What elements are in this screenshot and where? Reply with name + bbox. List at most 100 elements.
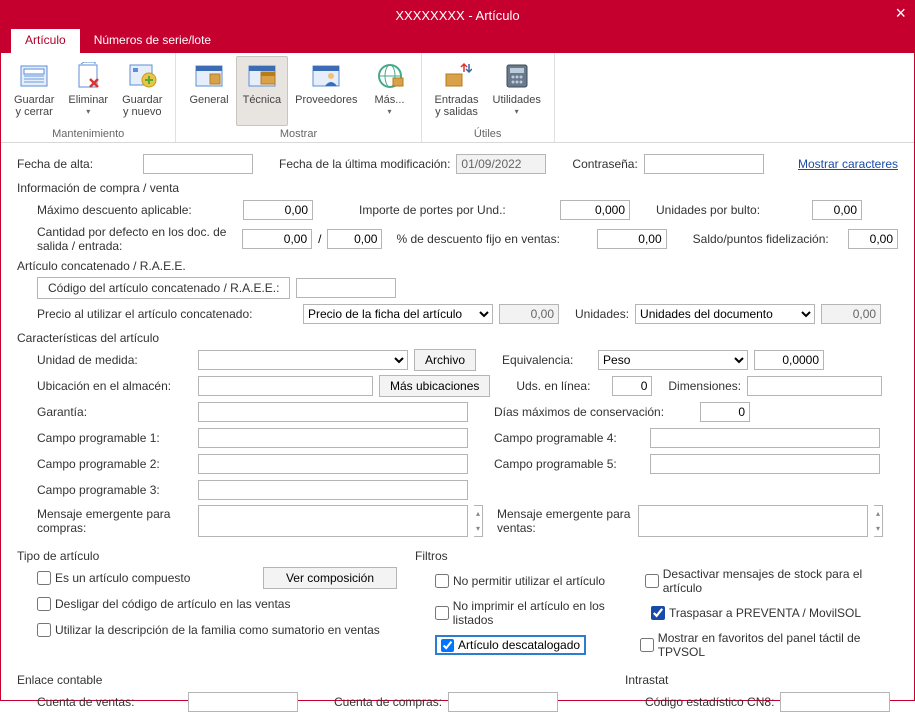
contrasena-input[interactable] [644,154,764,174]
inout-icon [441,60,473,92]
garantia-input[interactable] [198,402,468,422]
dim-input[interactable] [747,376,882,396]
fecha-alta-input[interactable] [143,154,253,174]
cant-def-input1[interactable] [242,229,312,249]
label-fecha-mod: Fecha de la última modificación: [279,157,450,171]
technique-icon [246,60,278,92]
uds-linea-input[interactable] [612,376,652,396]
label-equiv: Equivalencia: [502,353,592,367]
save-close-button[interactable]: Guardar y cerrar [7,56,61,126]
label-cta-ventas: Cuenta de ventas: [37,695,182,709]
cta-compras-input[interactable] [448,692,558,712]
label-cp3: Campo programable 3: [37,483,192,497]
label-msg-compra: Mensaje emergente para compras: [37,505,192,535]
inout-button[interactable]: Entradas y salidas [428,56,486,126]
more-button[interactable]: Más... ▾ [365,56,415,126]
msg-venta-input[interactable] [638,505,868,537]
section-info-compra: Información de compra / venta [17,181,898,195]
label-cp2: Campo programable 2: [37,457,192,471]
chk-descatalogado-highlighted[interactable]: Artículo descatalogado [435,635,586,655]
imp-portes-input[interactable] [560,200,630,220]
label-ubic: Ubicación en el almacén: [37,379,192,393]
label-cp5: Campo programable 5: [494,457,644,471]
saldo-input[interactable] [848,229,898,249]
ribbon-group-utiles: Entradas y salidas Utilidades ▾ Útiles [422,53,555,142]
save-new-button[interactable]: Guardar y nuevo [115,56,169,126]
chk-no-imprimir[interactable]: No imprimir el artículo en los listados [435,599,645,627]
cp5-input[interactable] [650,454,880,474]
label-concat-code: Código del artículo concatenado / R.A.E.… [37,277,290,299]
chk-mostrar-fav[interactable]: Mostrar en favoritos del panel táctil de… [640,631,898,659]
label-um: Unidad de medida: [37,353,192,367]
general-button[interactable]: General [182,56,235,126]
label-saldo: Saldo/puntos fidelización: [693,232,842,246]
ver-composicion-button[interactable]: Ver composición [263,567,397,589]
cp4-input[interactable] [650,428,880,448]
dias-cons-input[interactable] [700,402,750,422]
um-select[interactable] [198,350,408,370]
more-icon [374,60,406,92]
form-content: Fecha de alta: Fecha de la última modifi… [1,143,914,727]
chk-desligar[interactable]: Desligar del código de artículo en las v… [37,597,290,611]
section-caract: Características del artículo [17,331,898,345]
pct-desc-input[interactable] [597,229,667,249]
tab-articulo[interactable]: Artículo [11,29,80,53]
label-unidades: Unidades: [575,307,629,321]
chevron-down-icon: ▾ [387,107,391,116]
chk-compuesto[interactable]: Es un artículo compuesto [37,571,190,585]
label-garantia: Garantía: [37,405,192,419]
label-precio-concat: Precio al utilizar el artículo concatena… [37,307,297,321]
equiv-val[interactable] [754,350,824,370]
suppliers-button[interactable]: Proveedores [288,56,364,126]
scroll[interactable]: ▴▾ [874,505,883,537]
section-enlace: Enlace contable [17,673,607,687]
section-filtros: Filtros [415,549,898,563]
section-concat: Artículo concatenado / R.A.E.E. [17,259,898,273]
chk-desact-stock[interactable]: Desactivar mensajes de stock para el art… [645,567,898,595]
unidades-val [821,304,881,324]
precio-concat-select[interactable]: Precio de la ficha del artículo [303,304,493,324]
label-contrasena: Contraseña: [572,157,637,171]
unidades-select[interactable]: Unidades del documento [635,304,815,324]
msg-compra-input[interactable] [198,505,468,537]
label-cp1: Campo programable 1: [37,431,192,445]
label-uds-linea: Uds. en línea: [516,379,606,393]
uds-bulto-input[interactable] [812,200,862,220]
utilities-button[interactable]: Utilidades ▾ [486,56,548,126]
section-intrastat: Intrastat [625,673,898,687]
delete-button[interactable]: Eliminar ▾ [61,56,115,126]
label-cant-def: Cantidad por defecto en los doc. de sali… [37,225,236,253]
concat-code-input[interactable] [296,278,396,298]
technique-button[interactable]: Técnica [236,56,289,126]
chk-traspasar[interactable]: Traspasar a PREVENTA / MovilSOL [651,606,861,620]
chk-util-desc[interactable]: Utilizar la descripción de la familia co… [37,623,380,637]
label-cn8: Código estadístico CN8: [645,695,774,709]
cp2-input[interactable] [198,454,468,474]
label-dias-cons: Días máximos de conservación: [494,405,694,419]
tabstrip: Artículo Números de serie/lote [1,29,914,53]
max-desc-input[interactable] [243,200,313,220]
cp1-input[interactable] [198,428,468,448]
archivo-button[interactable]: Archivo [414,349,476,371]
chevron-down-icon: ▾ [515,107,519,116]
equiv-select[interactable]: Peso [598,350,748,370]
label-cp4: Campo programable 4: [494,431,644,445]
save-close-icon [18,60,50,92]
cp3-input[interactable] [198,480,468,500]
cant-def-input2[interactable] [327,229,382,249]
scroll[interactable]: ▴▾ [474,505,483,537]
window-title: XXXXXXXX - Artículo [395,8,519,23]
ribbon-group-mostrar: General Técnica Proveedores Más... ▾ Mos… [176,53,421,142]
save-new-icon [126,60,158,92]
ubic-input[interactable] [198,376,373,396]
mostrar-caracteres-link[interactable]: Mostrar caracteres [798,157,898,171]
chk-no-permitir[interactable]: No permitir utilizar el artículo [435,574,639,588]
mas-ubic-button[interactable]: Más ubicaciones [379,375,490,397]
label-cta-compras: Cuenta de compras: [334,695,442,709]
cn8-input[interactable] [780,692,890,712]
cta-ventas-input[interactable] [188,692,298,712]
close-icon[interactable]: × [895,3,906,24]
label-imp-portes: Importe de portes por Und.: [359,203,554,217]
tab-seriales[interactable]: Números de serie/lote [80,29,225,53]
label-pct-desc: % de descuento fijo en ventas: [396,232,590,246]
